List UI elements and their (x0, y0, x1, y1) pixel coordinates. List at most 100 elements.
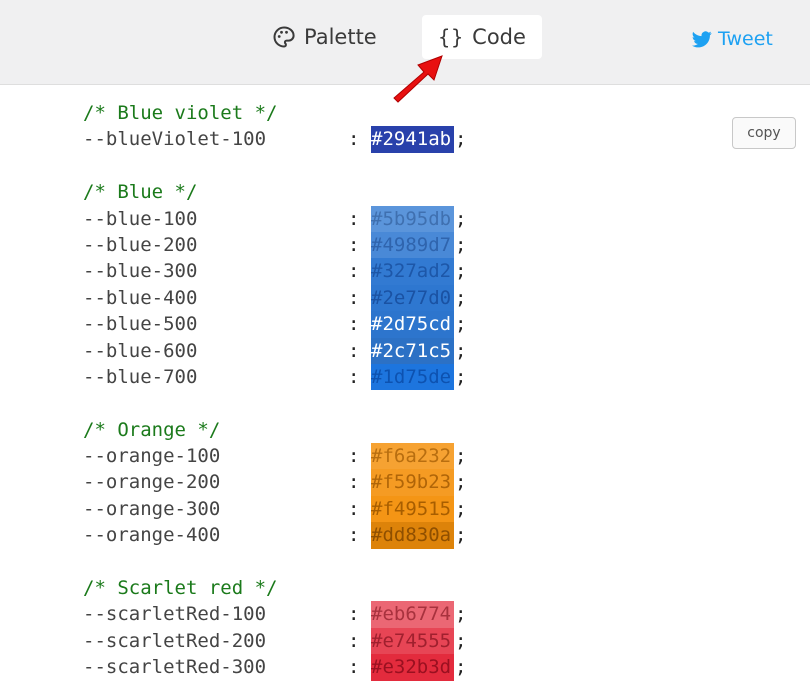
color-swatch-value[interactable]: #f49515 (371, 495, 454, 523)
color-swatch-value[interactable]: #2941ab (371, 126, 454, 153)
red-arrow-annotation (393, 55, 443, 103)
colon: : (348, 313, 360, 336)
variable-name: --scarletRed-200 (83, 629, 267, 652)
css-variable-line: --blue-700: #1d75de; (83, 363, 466, 391)
tweet-label: Tweet (718, 28, 773, 50)
css-variable-line: --orange-300: #f49515; (83, 495, 466, 523)
color-swatch-value[interactable]: #eb6774 (371, 601, 454, 628)
color-swatch-value[interactable]: #4989d7 (371, 231, 454, 259)
semicolon: ; (455, 603, 467, 626)
colon: : (348, 656, 360, 679)
css-variable-line: --blueViolet-100: #2941ab; (83, 126, 466, 153)
colon: : (348, 603, 360, 626)
semicolon: ; (455, 260, 467, 283)
tweet-button[interactable]: Tweet (692, 26, 773, 52)
color-swatch-value[interactable]: #5b95db (371, 205, 454, 232)
group-comment: /* Blue violet */ (83, 102, 278, 124)
colon: : (348, 339, 360, 362)
hex-value: #e32b3d (371, 656, 452, 679)
hex-value: #f49515 (371, 497, 452, 520)
css-variable-line: --scarletRed-200: #e74555; (83, 627, 466, 655)
semicolon: ; (455, 286, 467, 309)
semicolon: ; (455, 471, 467, 494)
colon: : (348, 128, 360, 151)
color-swatch-value[interactable]: #f59b23 (371, 469, 454, 496)
semicolon: ; (455, 128, 467, 151)
group-comment: /* Scarlet red */ (83, 577, 278, 600)
variable-name: --blue-600 (83, 339, 198, 362)
group-comment: /* Orange */ (83, 418, 221, 441)
semicolon: ; (455, 629, 467, 652)
hex-value: #f59b23 (371, 471, 452, 494)
css-variable-line: --scarletRed-300: #e32b3d; (83, 654, 466, 681)
color-swatch-value[interactable]: #2d75cd (371, 311, 454, 338)
hex-value: #327ad2 (371, 260, 452, 283)
css-code-block: /* Blue violet */ --blueViolet-100: #2941a… (83, 100, 466, 681)
color-swatch-value[interactable]: #2e77d0 (371, 284, 454, 312)
tab-palette-label: Palette (304, 25, 377, 49)
colon: : (348, 471, 360, 494)
colon: : (348, 286, 360, 309)
semicolon: ; (455, 233, 467, 256)
hex-value: #4989d7 (371, 233, 452, 256)
variable-name: --blue-700 (83, 365, 198, 388)
color-swatch-value[interactable]: #f6a232 (371, 443, 454, 470)
variable-name: --scarletRed-100 (83, 603, 267, 626)
variable-name: --blue-500 (83, 313, 198, 336)
hex-value: #2c71c5 (371, 339, 452, 362)
variable-name: --blue-400 (83, 286, 198, 309)
css-variable-line: --blue-200: #4989d7; (83, 231, 466, 259)
color-swatch-value[interactable]: #2c71c5 (371, 337, 454, 364)
color-swatch-value[interactable]: #327ad2 (371, 258, 454, 285)
color-swatch-value[interactable]: #dd830a (371, 522, 454, 549)
css-variable-line: --blue-300: #327ad2; (83, 258, 466, 285)
css-variable-line: --orange-100: #f6a232; (83, 443, 466, 470)
color-swatch-value[interactable]: #1d75de (371, 363, 454, 391)
color-swatch-value[interactable]: #e74555 (371, 627, 454, 655)
copy-button[interactable]: copy (732, 117, 796, 149)
hex-value: #2e77d0 (371, 286, 452, 309)
variable-name: --blue-200 (83, 233, 198, 256)
semicolon: ; (455, 445, 467, 468)
hex-value: #eb6774 (371, 603, 452, 626)
hex-value: #5b95db (371, 207, 452, 230)
code-braces-icon: {} (438, 25, 465, 49)
colon: : (348, 233, 360, 256)
css-variable-line: --scarletRed-100: #eb6774; (83, 601, 466, 628)
colon: : (348, 445, 360, 468)
variable-name: --scarletRed-300 (83, 656, 267, 679)
semicolon: ; (455, 524, 467, 547)
colon: : (348, 497, 360, 520)
color-swatch-value[interactable]: #e32b3d (371, 654, 454, 681)
tab-code-label: Code (472, 25, 526, 49)
colon: : (348, 629, 360, 652)
semicolon: ; (455, 365, 467, 388)
hex-value: #2d75cd (371, 313, 452, 336)
copy-button-label: copy (747, 125, 781, 141)
group-comment: /* Blue */ (83, 181, 198, 204)
tab-palette[interactable]: Palette (272, 15, 377, 59)
variable-name: --orange-300 (83, 497, 221, 520)
variable-name: --orange-400 (83, 524, 221, 547)
twitter-bird-icon (692, 30, 712, 48)
variable-name: --blueViolet-100 (83, 128, 267, 151)
colon: : (348, 365, 360, 388)
variable-name: --blue-100 (83, 207, 198, 230)
css-variable-line: --blue-500: #2d75cd; (83, 311, 466, 338)
semicolon: ; (455, 207, 467, 230)
css-variable-line: --blue-100: #5b95db; (83, 205, 466, 232)
css-variable-line: --orange-200: #f59b23; (83, 469, 466, 496)
css-variable-line: --blue-600: #2c71c5; (83, 337, 466, 364)
semicolon: ; (455, 313, 467, 336)
hex-value: #2941ab (371, 128, 452, 151)
css-variable-line: --blue-400: #2e77d0; (83, 284, 466, 312)
palette-icon (272, 25, 296, 49)
colon: : (348, 524, 360, 547)
semicolon: ; (455, 497, 467, 520)
colon: : (348, 260, 360, 283)
hex-value: #1d75de (371, 365, 452, 388)
semicolon: ; (455, 339, 467, 362)
